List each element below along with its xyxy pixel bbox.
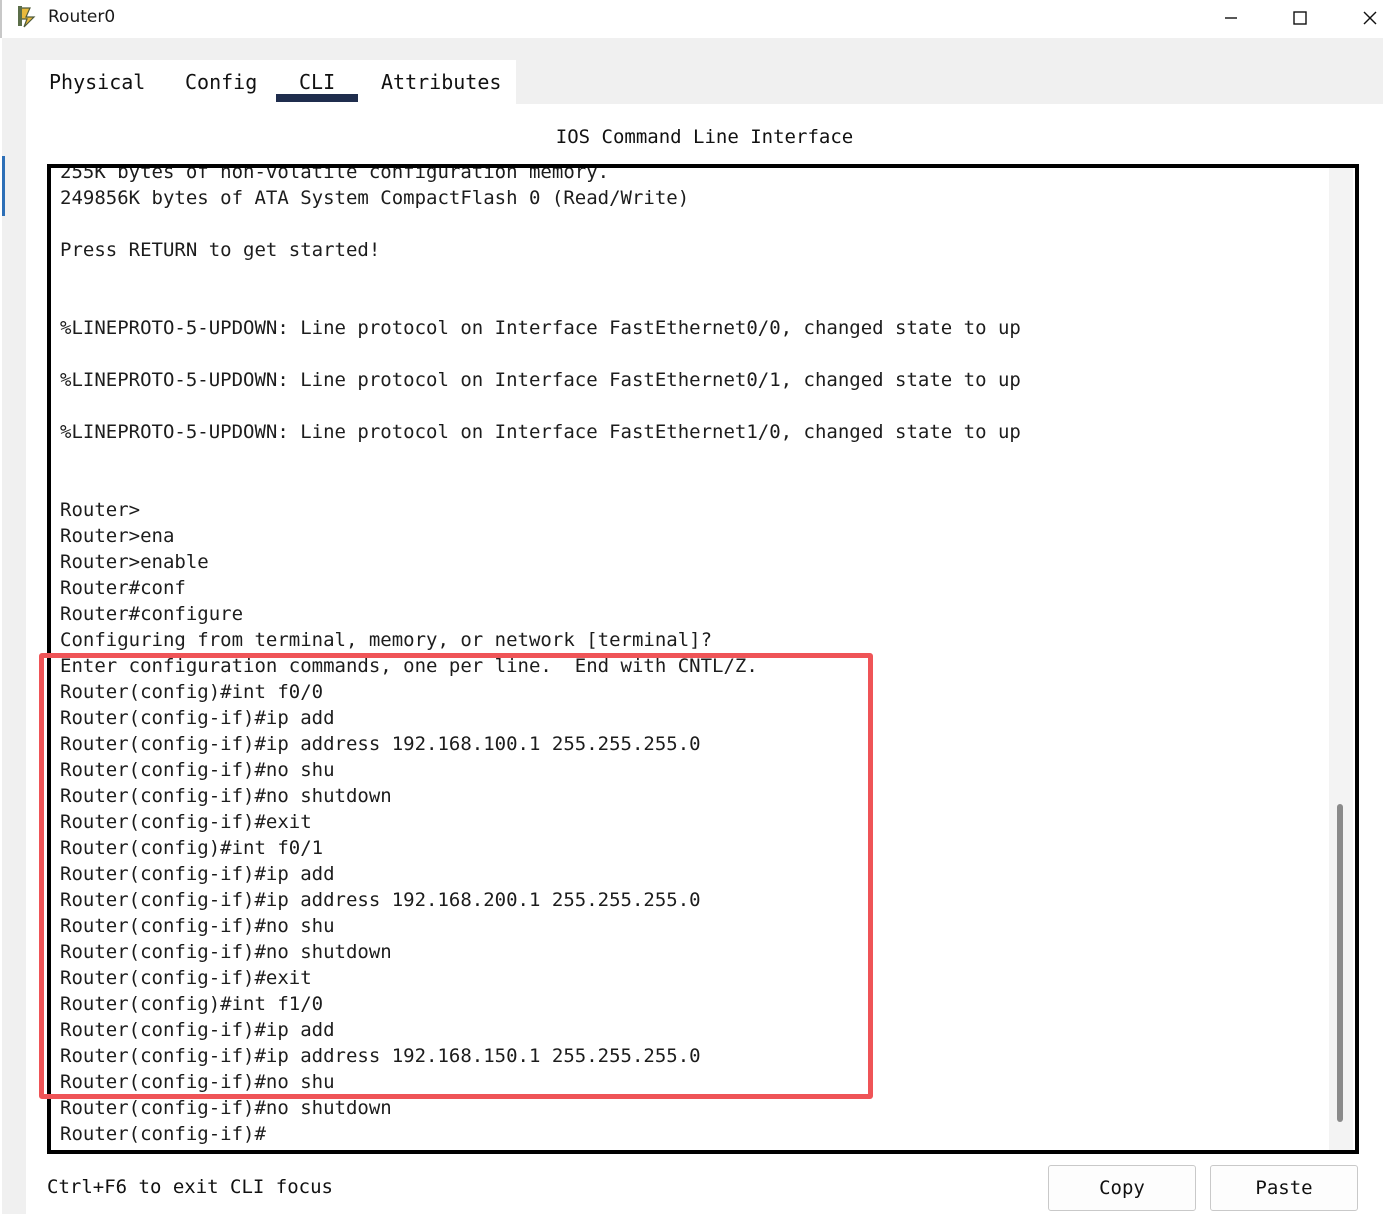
terminal-line: Enter configuration commands, one per li…	[60, 655, 758, 677]
tab-cli[interactable]: CLI	[299, 70, 335, 94]
terminal-output: 255K bytes of non-volatile configuration…	[60, 164, 1320, 1147]
terminal-line: %LINEPROTO-5-UPDOWN: Line protocol on In…	[60, 369, 1021, 391]
terminal-line: Router(config-if)#ip address 192.168.100…	[60, 733, 701, 755]
terminal-line: Router(config-if)#no shu	[60, 915, 335, 937]
terminal-line: Router(config-if)#exit	[60, 811, 312, 833]
terminal-line: Router>	[60, 499, 141, 521]
terminal-line: Router(config-if)#exit	[60, 967, 312, 989]
terminal-line: 255K bytes of non-volatile configuration…	[60, 164, 610, 183]
terminal-line: Router#conf	[60, 577, 186, 599]
terminal-line: Router>ena	[60, 525, 175, 547]
cli-panel: IOS Command Line Interface 255K bytes of…	[26, 104, 1383, 1214]
router-app-icon	[16, 5, 40, 29]
terminal-line: Configuring from terminal, memory, or ne…	[60, 629, 713, 651]
tab-attributes[interactable]: Attributes	[381, 70, 501, 94]
terminal-line: Router(config-if)#no shutdown	[60, 941, 392, 963]
cli-terminal[interactable]: 255K bytes of non-volatile configuration…	[47, 164, 1359, 1154]
window-edge-accent	[2, 156, 5, 216]
paste-button[interactable]: Paste	[1210, 1165, 1358, 1211]
close-button[interactable]	[1340, 0, 1383, 36]
terminal-line: Router>enable	[60, 551, 209, 573]
window-titlebar: Router0	[0, 0, 1383, 38]
tab-config[interactable]: Config	[185, 70, 257, 94]
terminal-line: Router(config-if)#no shutdown	[60, 785, 392, 807]
exit-focus-hint: Ctrl+F6 to exit CLI focus	[47, 1176, 333, 1198]
terminal-line: Router(config-if)#no shu	[60, 759, 335, 781]
terminal-line: Router(config)#int f1/0	[60, 993, 324, 1015]
terminal-line: Router(config-if)#ip address 192.168.200…	[60, 889, 701, 911]
terminal-line: Router(config-if)#no shutdown	[60, 1097, 392, 1119]
tab-strip: Physical Config CLI Attributes	[26, 60, 516, 104]
maximize-icon	[1293, 11, 1307, 25]
maximize-button[interactable]	[1270, 0, 1330, 36]
terminal-line: Router(config)#int f0/1	[60, 837, 324, 859]
active-tab-indicator	[276, 94, 358, 102]
tab-physical[interactable]: Physical	[49, 70, 145, 94]
terminal-line: Router(config-if)#ip address 192.168.150…	[60, 1045, 701, 1067]
copy-button[interactable]: Copy	[1048, 1165, 1196, 1211]
terminal-line: Router(config)#int f0/0	[60, 681, 324, 703]
terminal-line: Router(config-if)#ip add	[60, 1019, 335, 1041]
cli-heading: IOS Command Line Interface	[555, 126, 854, 148]
minimize-button[interactable]	[1201, 0, 1261, 36]
terminal-line: Router#configure	[60, 603, 244, 625]
terminal-line: Press RETURN to get started!	[60, 239, 381, 261]
terminal-line: Router(config-if)#ip add	[60, 863, 335, 885]
terminal-line: Router(config-if)#	[60, 1123, 266, 1145]
scrollbar-thumb[interactable]	[1337, 804, 1343, 1122]
terminal-line: %LINEPROTO-5-UPDOWN: Line protocol on In…	[60, 421, 1021, 443]
window-title: Router0	[48, 7, 116, 27]
terminal-line: 249856K bytes of ATA System CompactFlash…	[60, 187, 690, 209]
terminal-line: Router(config-if)#ip add	[60, 707, 335, 729]
terminal-scrollbar[interactable]	[1329, 168, 1353, 1150]
window-content: Physical Config CLI Attributes IOS Comma…	[2, 38, 1383, 1214]
terminal-line: %LINEPROTO-5-UPDOWN: Line protocol on In…	[60, 317, 1021, 339]
minimize-icon	[1225, 17, 1237, 19]
close-icon	[1363, 11, 1377, 25]
terminal-line: Router(config-if)#no shu	[60, 1071, 335, 1093]
